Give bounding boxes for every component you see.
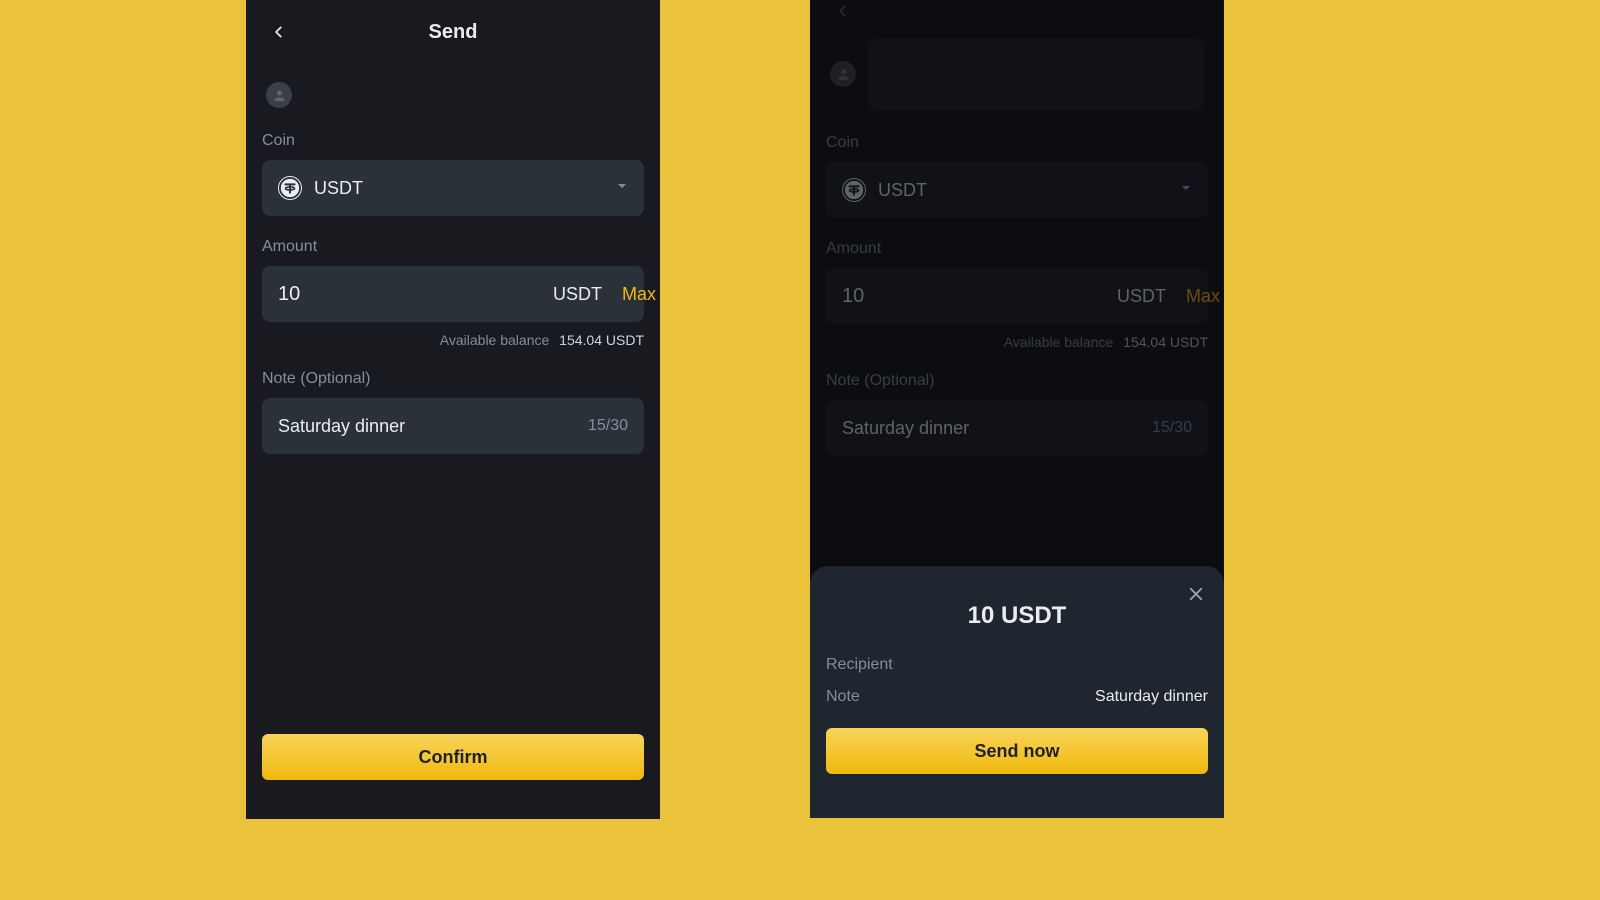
amount-field: USDT Max xyxy=(826,268,1208,324)
send-now-button[interactable]: Send now xyxy=(826,728,1208,774)
note-label: Note (Optional) xyxy=(826,372,1208,390)
coin-symbol: USDT xyxy=(878,180,1168,201)
header: Send xyxy=(246,0,660,64)
form-card: Coin USDT Amount USDT Max Available bala… xyxy=(262,64,644,454)
send-screen-confirm: Send Coin USDT Amount xyxy=(810,0,1224,818)
amount-input xyxy=(842,285,1107,308)
header: Send xyxy=(810,0,1224,20)
available-label: Available balance xyxy=(440,332,550,348)
page-title: Send xyxy=(429,21,478,44)
available-value: 154.04 USDT xyxy=(1123,334,1208,350)
note-field: 15/30 xyxy=(826,400,1208,456)
sheet-recipient-row: Recipient xyxy=(826,656,1208,674)
usdt-icon xyxy=(842,178,866,202)
send-now-label: Send now xyxy=(975,741,1060,762)
amount-unit: USDT xyxy=(1117,286,1166,307)
recipient-row xyxy=(262,64,644,126)
available-label: Available balance xyxy=(1004,334,1114,350)
coin-selector[interactable]: USDT xyxy=(262,160,644,216)
sheet-note-row: Note Saturday dinner xyxy=(826,688,1208,706)
max-button: Max xyxy=(1186,286,1220,307)
coin-symbol: USDT xyxy=(314,178,604,199)
amount-input[interactable] xyxy=(278,283,543,306)
send-screen-form: Send Coin USDT Amount USDT xyxy=(246,0,660,819)
max-button[interactable]: Max xyxy=(622,284,656,305)
amount-label: Amount xyxy=(826,240,1208,258)
amount-label: Amount xyxy=(262,238,644,256)
note-label: Note xyxy=(826,688,860,706)
note-label: Note (Optional) xyxy=(262,370,644,388)
note-value: Saturday dinner xyxy=(1095,688,1208,706)
confirm-sheet: 10 USDT Recipient Note Saturday dinner S… xyxy=(810,566,1224,818)
note-counter: 15/30 xyxy=(1152,419,1192,437)
avatar-icon xyxy=(266,82,292,108)
confirm-label: Confirm xyxy=(419,747,488,768)
usdt-icon xyxy=(278,176,302,200)
close-button[interactable] xyxy=(1182,580,1210,608)
recipient-box xyxy=(868,38,1204,110)
chevron-down-icon xyxy=(616,179,628,197)
chevron-down-icon xyxy=(1180,181,1192,199)
back-button[interactable] xyxy=(264,17,294,47)
amount-field[interactable]: USDT Max xyxy=(262,266,644,322)
note-field[interactable]: 15/30 xyxy=(262,398,644,454)
note-input xyxy=(842,418,1152,439)
coin-selector: USDT xyxy=(826,162,1208,218)
amount-unit: USDT xyxy=(553,284,602,305)
recipient-row xyxy=(826,20,1208,128)
note-input[interactable] xyxy=(278,416,588,437)
confirm-button[interactable]: Confirm xyxy=(262,734,644,780)
coin-label: Coin xyxy=(826,134,1208,152)
avatar-icon xyxy=(830,61,856,87)
form-card-dimmed: Coin USDT Amount USDT Max Available bala… xyxy=(826,20,1208,456)
note-counter: 15/30 xyxy=(588,417,628,435)
available-balance: Available balance 154.04 USDT xyxy=(826,334,1208,350)
available-balance: Available balance 154.04 USDT xyxy=(262,332,644,348)
sheet-title: 10 USDT xyxy=(826,602,1208,630)
recipient-label: Recipient xyxy=(826,656,893,674)
coin-label: Coin xyxy=(262,132,644,150)
available-value: 154.04 USDT xyxy=(559,332,644,348)
back-button[interactable] xyxy=(828,0,858,20)
